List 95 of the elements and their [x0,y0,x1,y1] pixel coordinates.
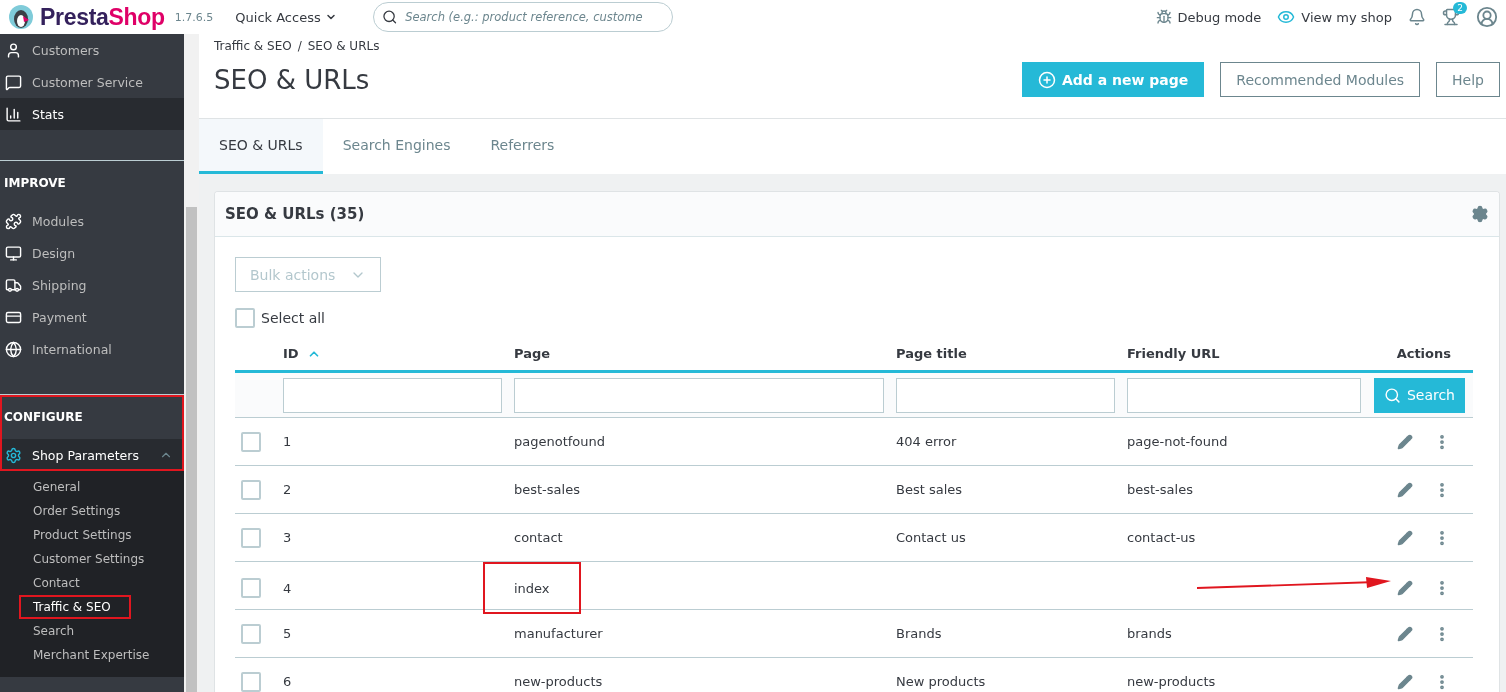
globe-icon [5,340,22,358]
column-header[interactable]: Friendly URL [1127,346,1220,361]
sidebar-subitem[interactable]: Product Settings [33,523,184,547]
chart-icon [5,105,22,123]
column-header[interactable]: Actions [1396,346,1465,361]
column-header[interactable]: Page title [896,346,967,361]
sidebar-subitem[interactable]: Merchant Expertise [33,643,184,667]
row-checkbox[interactable] [241,578,261,598]
table-cell: 6 [283,674,292,689]
truck-icon [5,276,22,294]
table-cell: New products [896,674,986,689]
sidebar-item[interactable]: Customers [0,34,184,66]
toolbar-button[interactable]: Recommended Modules [1220,62,1421,97]
plus-circle-icon [1037,70,1056,89]
bug-icon [1155,9,1172,25]
table-cell: Contact us [896,530,966,545]
row-checkbox[interactable] [241,623,261,644]
table-cell: 3 [283,530,292,545]
sidebar-subitem[interactable]: General [33,475,184,499]
search-icon [1383,386,1401,404]
table-cell: new-products [514,674,603,689]
puzzle-icon [5,212,22,230]
filter-input[interactable] [1127,377,1361,413]
sidebar-subitem[interactable]: Order Settings [33,499,184,523]
quick-access-dropdown[interactable]: Quick Access [229,8,343,26]
table-cell: Best sales [896,482,963,497]
breadcrumb-link[interactable]: SEO & URLs [307,39,380,53]
column-header[interactable]: ID [283,346,321,361]
section-heading: CONFIGURE [3,409,84,426]
gear-icon [5,446,22,464]
select-all-checkbox[interactable]: Select all [235,307,1479,329]
sidebar-subitem[interactable]: Search [33,619,184,643]
row-checkbox[interactable] [241,527,261,548]
search-icon [381,9,398,25]
edit-icon[interactable] [1397,433,1413,450]
table-cell: index [483,562,581,614]
table-cell: 404 error [896,434,957,449]
brand-logo-text: PrestaShop [40,3,165,31]
edit-icon[interactable] [1397,673,1413,690]
table-cell: contact [514,530,563,545]
toolbar-button[interactable]: Help [1436,62,1500,97]
breadcrumb-separator: / [297,39,302,53]
breadcrumb-link[interactable]: Traffic & SEO [214,39,292,53]
sidebar-item[interactable]: Design [0,237,184,269]
sidebar-item[interactable]: Customer Service [0,66,184,98]
chat-icon [5,73,22,91]
filter-input[interactable] [896,377,1115,413]
table-cell: contact-us [1127,530,1196,545]
filter-input[interactable] [283,377,502,413]
sidebar-item[interactable]: Modules [0,205,184,237]
table-cell: 2 [283,482,292,497]
edit-icon[interactable] [1397,625,1413,642]
table-cell: 5 [283,626,292,641]
row-checkbox[interactable] [241,431,261,452]
table-cell: best-sales [514,482,580,497]
table-cell: Brands [896,626,942,641]
view-shop-link[interactable]: View my shop [1277,8,1392,26]
table-cell: brands [1127,626,1172,641]
column-header[interactable]: Page [514,346,551,361]
account-icon[interactable] [1476,6,1498,28]
table-cell: 1 [283,434,292,449]
table-cell: best-sales [1127,482,1193,497]
edit-icon[interactable] [1397,481,1413,498]
penguin-logo-icon [8,4,34,30]
table-cell: manufacturer [514,626,603,641]
settings-icon[interactable] [1471,205,1489,223]
page-title: SEO & URLs [214,65,371,95]
debug-mode-link[interactable]: Debug mode [1155,9,1262,25]
filter-input[interactable] [514,377,884,413]
monitor-icon [5,244,22,262]
table-cell: pagenotfound [514,434,606,449]
notification-badge: 2 [1453,2,1467,14]
table-cell: 4 [283,580,292,596]
version-label: 1.7.6.5 [174,10,214,24]
scrollbar[interactable] [184,34,199,692]
tab[interactable]: SEO & URLs [199,119,323,174]
edit-icon[interactable] [1397,529,1413,546]
row-checkbox[interactable] [241,671,261,692]
sidebar-item[interactable]: Shop Parameters [0,439,184,471]
eye-icon [1277,8,1296,26]
row-checkbox[interactable] [241,479,261,500]
sidebar-subitem[interactable]: Customer Settings [33,547,184,571]
sidebar-subitem[interactable]: Traffic & SEO [19,595,131,619]
sidebar-item[interactable]: Stats [0,98,184,130]
sidebar-item[interactable]: Payment [0,301,184,333]
table-cell: page-not-found [1127,434,1228,449]
sidebar-item[interactable]: International [0,333,184,365]
bell-icon[interactable] [1408,8,1426,26]
edit-icon[interactable] [1397,580,1413,596]
card-title: SEO & URLs (35) [225,205,365,223]
section-heading: IMPROVE [3,175,67,192]
table-cell: new-products [1127,674,1216,689]
sidebar-subitem[interactable]: Contact [33,571,184,595]
user-icon [5,41,22,59]
sidebar-item[interactable]: Shipping [0,269,184,301]
